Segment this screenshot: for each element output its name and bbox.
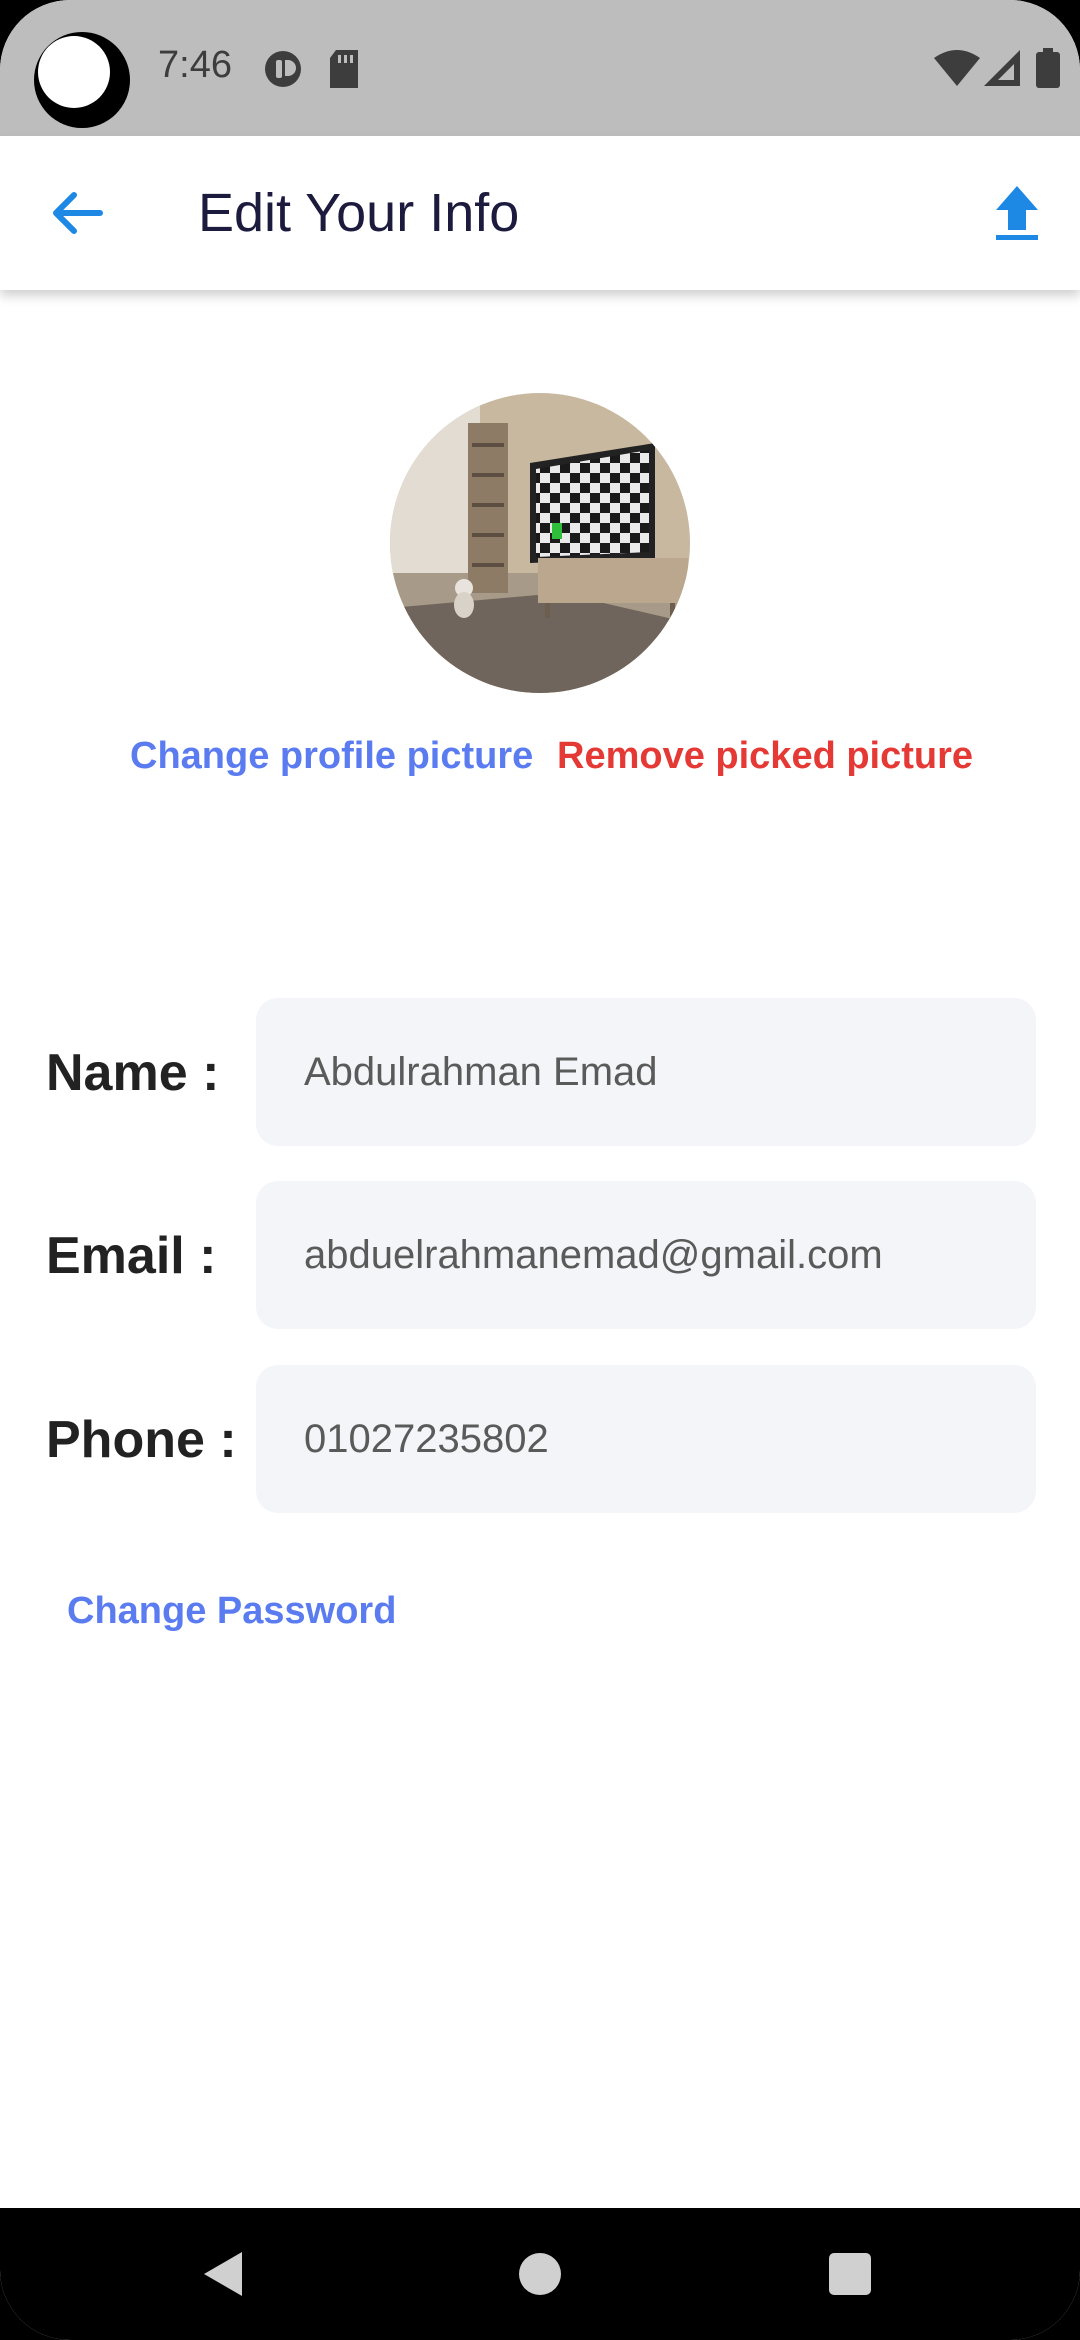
nfc-icon xyxy=(265,51,301,87)
status-time: 7:46 xyxy=(158,44,232,86)
name-label: Name : xyxy=(46,1044,220,1102)
picture-actions: Change profile picture Remove picked pic… xyxy=(0,735,1080,785)
phone-label: Phone : xyxy=(46,1411,237,1469)
system-nav-bar xyxy=(0,2208,1080,2340)
moon-dnd-icon xyxy=(34,32,130,128)
app-bar: Edit Your Info xyxy=(0,136,1080,290)
email-label: Email : xyxy=(46,1227,217,1285)
page-title: Edit Your Info xyxy=(198,183,520,243)
remove-picture-button[interactable]: Remove picked picture xyxy=(557,735,973,778)
status-bar: 7:46 xyxy=(0,0,1080,136)
upload-icon xyxy=(996,186,1038,240)
name-field[interactable]: Abdulrahman Emad xyxy=(256,998,1036,1146)
change-picture-button[interactable]: Change profile picture xyxy=(130,735,533,778)
phone-row: Phone : 01027235802 xyxy=(0,1365,1080,1515)
signal-icon xyxy=(984,50,1020,86)
phone-field[interactable]: 01027235802 xyxy=(256,1365,1036,1513)
name-row: Name : Abdulrahman Emad xyxy=(0,998,1080,1148)
back-button[interactable] xyxy=(40,176,114,250)
profile-picture[interactable] xyxy=(390,393,690,693)
back-triangle-icon[interactable] xyxy=(196,2244,256,2304)
room-photo-image xyxy=(390,393,690,693)
battery-icon xyxy=(1036,48,1060,88)
phone-screen: 7:46 Edit Your Info Change profile pictu… xyxy=(0,0,1080,2340)
home-circle-icon[interactable] xyxy=(510,2244,570,2304)
sd-card-icon xyxy=(330,50,358,88)
email-field[interactable]: abduelrahmanemad@gmail.com xyxy=(256,1181,1036,1329)
email-row: Email : abduelrahmanemad@gmail.com xyxy=(0,1181,1080,1331)
arrow-back-icon xyxy=(53,192,103,234)
wifi-icon xyxy=(934,50,980,86)
recents-square-icon[interactable] xyxy=(820,2244,880,2304)
upload-button[interactable] xyxy=(980,176,1054,250)
change-password-link[interactable]: Change Password xyxy=(67,1590,396,1633)
